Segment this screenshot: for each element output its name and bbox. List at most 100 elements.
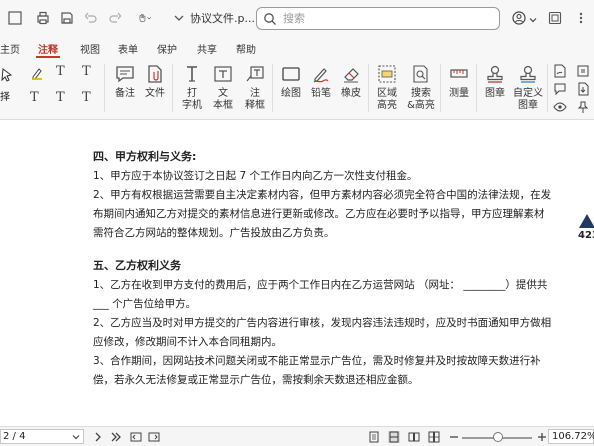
grid-menu-icon[interactable] <box>8 11 22 25</box>
callout-button[interactable]: 注 释框 <box>242 64 268 112</box>
zoom-slider-thumb[interactable] <box>493 432 504 442</box>
underline-text-icon[interactable]: T <box>56 64 65 79</box>
document-title[interactable]: 协议文件.p... <box>174 9 255 27</box>
draw-button[interactable]: 绘图 <box>278 64 304 100</box>
tab-protect[interactable]: 保护 <box>157 41 177 56</box>
attachment-icon <box>145 64 165 84</box>
ribbon-tabs: 主页 注释 视图 表单 保护 共享 帮助 <box>0 36 594 58</box>
area-highlight-button[interactable]: 区域 高亮 <box>373 64 401 112</box>
search-input[interactable] <box>283 12 483 25</box>
textbox-icon <box>213 64 233 84</box>
document-viewport[interactable]: 四、甲方权利与义务: 1、甲方应于本协议签订之日起 7 个工作日内向乙方一次性支… <box>0 120 594 426</box>
search-highlight-label-2: &高亮 <box>407 100 435 111</box>
select-tool-label[interactable]: 择 <box>0 88 10 103</box>
note-label: 备注 <box>115 88 135 99</box>
zoom-level-field[interactable]: 106.72% <box>548 429 594 444</box>
note-icon <box>115 64 135 84</box>
single-page-view-icon[interactable] <box>368 431 380 443</box>
textbox-button[interactable]: 文 本框 <box>210 64 236 112</box>
previous-view-icon[interactable] <box>130 431 142 443</box>
eraser-icon <box>341 64 361 84</box>
rectangle-shape-icon <box>281 64 301 84</box>
page-number-value: 2 / 4 <box>3 431 26 442</box>
import-comments-icon[interactable] <box>576 82 590 96</box>
tab-share[interactable]: 共享 <box>197 41 217 56</box>
account-menu[interactable] <box>512 11 537 25</box>
tab-help[interactable]: 帮助 <box>236 41 256 56</box>
hand-tool-icon[interactable] <box>134 11 156 25</box>
stamp-icon <box>485 64 505 84</box>
strikethrough-text-icon[interactable]: T <box>30 90 39 105</box>
highlight-pen-icon[interactable] <box>30 66 44 80</box>
pencil-button[interactable]: 铅笔 <box>308 64 334 100</box>
draw-label: 绘图 <box>281 88 301 99</box>
eraser-button[interactable]: 橡皮 <box>338 64 364 100</box>
pencil-icon <box>311 64 331 84</box>
custom-stamp-button[interactable]: 自定义 图章 <box>510 64 546 112</box>
note-button[interactable]: 备注 <box>113 64 137 100</box>
search-box[interactable] <box>256 7 500 30</box>
search-highlight-label-1: 搜索 <box>411 88 431 99</box>
search-highlight-icon <box>411 64 431 84</box>
callout-label-1: 注 <box>250 88 260 99</box>
typewriter-button[interactable]: 打 字机 <box>180 64 204 112</box>
stamp-button[interactable]: 图章 <box>480 64 510 100</box>
ribbon-toolbar: 择 T T T T T 备注 文件 打 字机 文 本框 注 释框 绘图 铅笔 橡… <box>0 58 594 120</box>
file-attachment-button[interactable]: 文件 <box>143 64 167 100</box>
quick-access-toolbar: 协议文件.p... <box>0 0 594 36</box>
tab-comment[interactable]: 注释 <box>38 41 58 56</box>
pencil-label: 铅笔 <box>311 88 331 99</box>
ribbon-divider <box>172 64 173 112</box>
print-icon[interactable] <box>36 11 50 25</box>
tab-view[interactable]: 视图 <box>80 41 100 56</box>
tab-form[interactable]: 表单 <box>118 41 138 56</box>
continuous-view-icon[interactable] <box>388 431 400 443</box>
floating-widget[interactable]: 423 <box>577 212 594 242</box>
save-icon[interactable] <box>60 11 74 25</box>
ribbon-divider <box>368 64 369 112</box>
signature-icon[interactable] <box>553 64 567 78</box>
typewriter-label-2: 字机 <box>182 100 202 111</box>
pin-icon[interactable] <box>576 100 590 114</box>
two-page-view-icon[interactable] <box>408 431 420 443</box>
show-hide-comments-icon[interactable] <box>553 100 567 114</box>
comment-list-icon[interactable] <box>553 82 567 96</box>
file-label: 文件 <box>145 88 165 99</box>
more-options-icon[interactable] <box>574 11 588 25</box>
section-5-paragraph-1: 1、乙方在收到甲方支付的费用后，应于两个工作日内在乙方运营网站 （网址： ___… <box>93 279 548 310</box>
chevron-down-icon <box>72 433 80 441</box>
undo-icon[interactable] <box>84 11 98 25</box>
next-view-icon[interactable] <box>148 431 160 443</box>
ruler-icon <box>449 64 469 84</box>
ribbon-divider <box>272 64 273 112</box>
document-filename: 协议文件.p... <box>190 12 255 25</box>
two-page-continuous-icon[interactable] <box>428 431 440 443</box>
section-4-paragraph-1: 1、甲方应于本协议签订之日起 7 个工作日内向乙方一次性支付租金。 <box>93 170 418 182</box>
paste-comment-icon[interactable] <box>576 64 590 78</box>
chevron-down-icon <box>174 13 184 23</box>
zoom-in-icon[interactable] <box>536 431 548 443</box>
area-highlight-label-2: 高亮 <box>377 100 397 111</box>
redo-icon[interactable] <box>108 11 122 25</box>
section-4-paragraph-2: 2、甲方有权根据运营需要自主决定素材内容，但甲方素材内容必须完全符合中国的法律法… <box>93 189 552 239</box>
search-highlight-button[interactable]: 搜索 &高亮 <box>405 64 437 112</box>
callout-icon <box>245 64 265 84</box>
replace-text-icon[interactable]: T <box>82 90 91 105</box>
select-arrow-icon[interactable] <box>0 68 14 82</box>
floating-widget-number: 423 <box>578 230 594 241</box>
user-icon <box>512 11 526 25</box>
zoom-out-icon[interactable] <box>448 431 460 443</box>
squiggly-text-icon[interactable]: T <box>82 64 91 79</box>
section-5-heading: 五、乙方权利义务 <box>93 259 181 272</box>
tab-home[interactable]: 主页 <box>0 41 20 56</box>
status-bar: 2 / 4 106.72% <box>0 426 594 446</box>
ribbon-divider <box>104 64 105 112</box>
callout-label-2: 释框 <box>245 100 265 111</box>
page-number-field[interactable]: 2 / 4 <box>0 429 84 444</box>
section-5-paragraph-2: 2、乙方应当及时对甲方提交的广告内容进行审核，发现内容违法违规时，应及时书面通知… <box>93 317 552 348</box>
measure-button[interactable]: 测量 <box>444 64 474 100</box>
next-page-icon[interactable] <box>92 431 104 443</box>
insert-text-icon[interactable]: T <box>56 90 65 105</box>
minimize-ribbon-icon[interactable] <box>548 11 562 25</box>
last-page-icon[interactable] <box>110 431 122 443</box>
